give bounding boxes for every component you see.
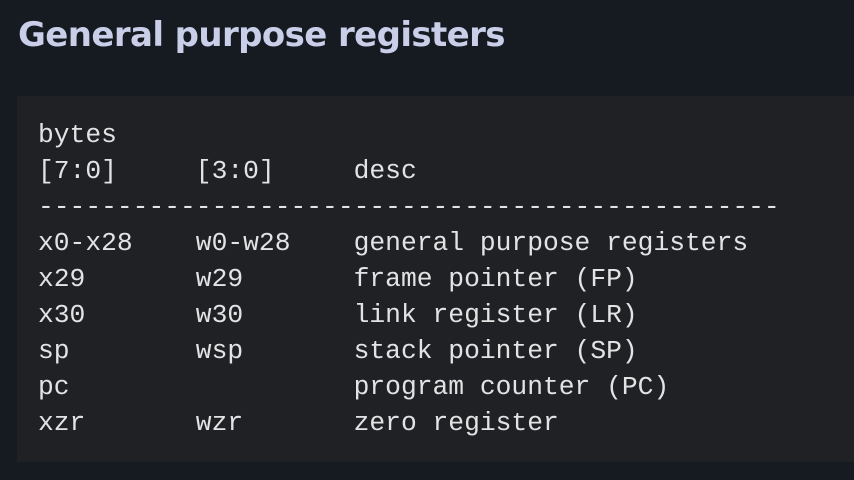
code-line-program-counter: pc program counter (PC) xyxy=(38,372,670,402)
code-line-separator: ----------------------------------------… xyxy=(38,192,780,222)
code-line-zero-register: xzr wzr zero register xyxy=(38,408,559,438)
code-line-header-bytes: bytes xyxy=(38,120,117,150)
code-line-general-purpose: x0-x28 w0-w28 general purpose registers xyxy=(38,228,749,258)
code-line-link-register: x30 w30 link register (LR) xyxy=(38,300,638,330)
code-line-header-columns: [7:0] [3:0] desc xyxy=(38,156,417,186)
code-line-stack-pointer: sp wsp stack pointer (SP) xyxy=(38,336,638,366)
code-line-frame-pointer: x29 w29 frame pointer (FP) xyxy=(38,264,638,294)
section-heading: General purpose registers xyxy=(18,15,506,55)
register-table: bytes [7:0] [3:0] desc -------------------… xyxy=(38,117,780,441)
code-block: bytes [7:0] [3:0] desc -------------------… xyxy=(17,96,854,462)
